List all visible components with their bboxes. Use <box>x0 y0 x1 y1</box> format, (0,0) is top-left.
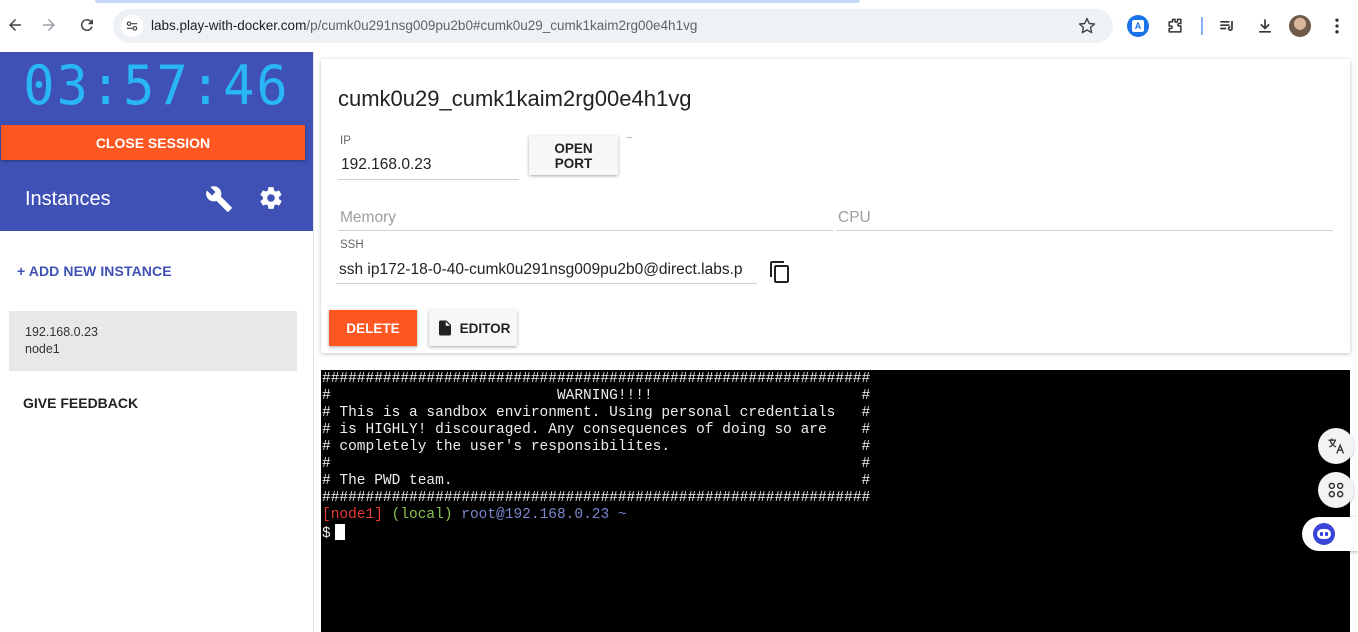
url-text: labs.play-with-docker.com/p/cumk0u291nsg… <box>151 18 697 33</box>
memory-underline <box>338 230 833 231</box>
prompt-node: [node1] <box>322 507 383 523</box>
session-timer: 03:57:46 <box>23 54 290 118</box>
instance-list-item[interactable]: 192.168.0.23 node1 <box>9 311 297 371</box>
translate-page-icon[interactable] <box>1318 428 1354 464</box>
assistant-bot-icon <box>1313 523 1335 545</box>
ssh-label: SSH <box>340 239 364 251</box>
instance-ip: 192.168.0.23 <box>25 325 98 339</box>
instances-title: Instances <box>25 188 111 210</box>
reload-icon[interactable] <box>74 12 100 38</box>
editor-button[interactable]: EDITOR <box>429 310 517 346</box>
terminal-line: ########################################… <box>322 371 871 387</box>
copy-icon[interactable] <box>768 260 792 284</box>
terminal-line: ########################################… <box>322 490 871 506</box>
close-session-button[interactable]: CLOSE SESSION <box>1 125 305 160</box>
terminal-line: # WARNING!!!! # <box>322 388 871 404</box>
ip-label: IP <box>340 135 351 147</box>
terminal[interactable]: ########################################… <box>321 370 1350 632</box>
prompt-symbol: $ <box>322 526 331 542</box>
terminal-line: # completely the user's responsibilites.… <box>322 439 871 455</box>
terminal-line: # This is a sandbox environment. Using p… <box>322 405 871 421</box>
ssh-field[interactable]: ssh ip172-18-0-40-cumk0u291nsg009pu2b0@d… <box>339 261 757 279</box>
terminal-output: ########################################… <box>321 370 1350 543</box>
open-port-button[interactable]: OPEN PORT <box>529 136 618 175</box>
editor-label: EDITOR <box>459 320 511 336</box>
url-path: /p/cumk0u291nsg009pu2b0#cumk0u29_cumk1ka… <box>306 18 698 33</box>
toolbar-divider <box>1201 17 1203 35</box>
bookmark-star-icon[interactable] <box>1077 16 1097 41</box>
back-icon[interactable] <box>2 12 28 38</box>
delete-button[interactable]: DELETE <box>329 310 417 346</box>
site-info-icon[interactable] <box>121 15 143 37</box>
instance-details-panel: cumk0u29_cumk1kaim2rg00e4h1vg IP 192.168… <box>321 59 1350 353</box>
downloads-icon[interactable] <box>1252 13 1278 39</box>
address-bar[interactable]: labs.play-with-docker.com/p/cumk0u291nsg… <box>113 9 1113 43</box>
instance-title: cumk0u29_cumk1kaim2rg00e4h1vg <box>338 86 692 111</box>
memory-field: Memory <box>340 209 396 226</box>
prompt-user: root@192.168.0.23 ~ <box>461 507 627 523</box>
ssh-underline <box>336 283 757 284</box>
forward-icon[interactable] <box>36 12 62 38</box>
sidebar-header: 03:57:46 CLOSE SESSION Instances <box>0 52 313 231</box>
gear-icon[interactable] <box>258 185 286 213</box>
terminal-line: # # <box>322 456 871 472</box>
browser-toolbar: labs.play-with-docker.com/p/cumk0u291nsg… <box>0 0 1358 52</box>
instance-name: node1 <box>25 342 60 356</box>
apps-grid-icon[interactable] <box>1318 472 1354 508</box>
port-field-stub <box>626 137 632 138</box>
give-feedback-link[interactable]: GIVE FEEDBACK <box>23 395 138 411</box>
cpu-underline <box>836 230 1333 231</box>
profile-avatar[interactable] <box>1287 13 1313 39</box>
ip-underline <box>338 179 519 180</box>
sidebar: 03:57:46 CLOSE SESSION Instances + ADD N… <box>0 52 314 632</box>
terminal-line: # is HIGHLY! discouraged. Any consequenc… <box>322 422 871 438</box>
prompt-local: (local) <box>391 507 453 523</box>
add-new-instance-link[interactable]: + ADD NEW INSTANCE <box>17 263 172 279</box>
translate-icon[interactable]: A <box>1125 13 1151 39</box>
assistant-extension-tab[interactable] <box>1302 517 1358 551</box>
terminal-cursor <box>334 524 345 540</box>
cpu-field: CPU <box>838 209 871 226</box>
url-host: labs.play-with-docker.com <box>151 18 307 33</box>
menu-icon[interactable] <box>1324 13 1350 39</box>
wrench-icon[interactable] <box>205 185 233 213</box>
ip-field[interactable]: 192.168.0.23 <box>341 156 516 174</box>
active-tab-indicator <box>95 0 860 3</box>
file-icon <box>438 320 451 336</box>
terminal-line: # The PWD team. # <box>322 473 871 489</box>
media-icon[interactable] <box>1214 13 1240 39</box>
extensions-icon[interactable] <box>1162 13 1188 39</box>
